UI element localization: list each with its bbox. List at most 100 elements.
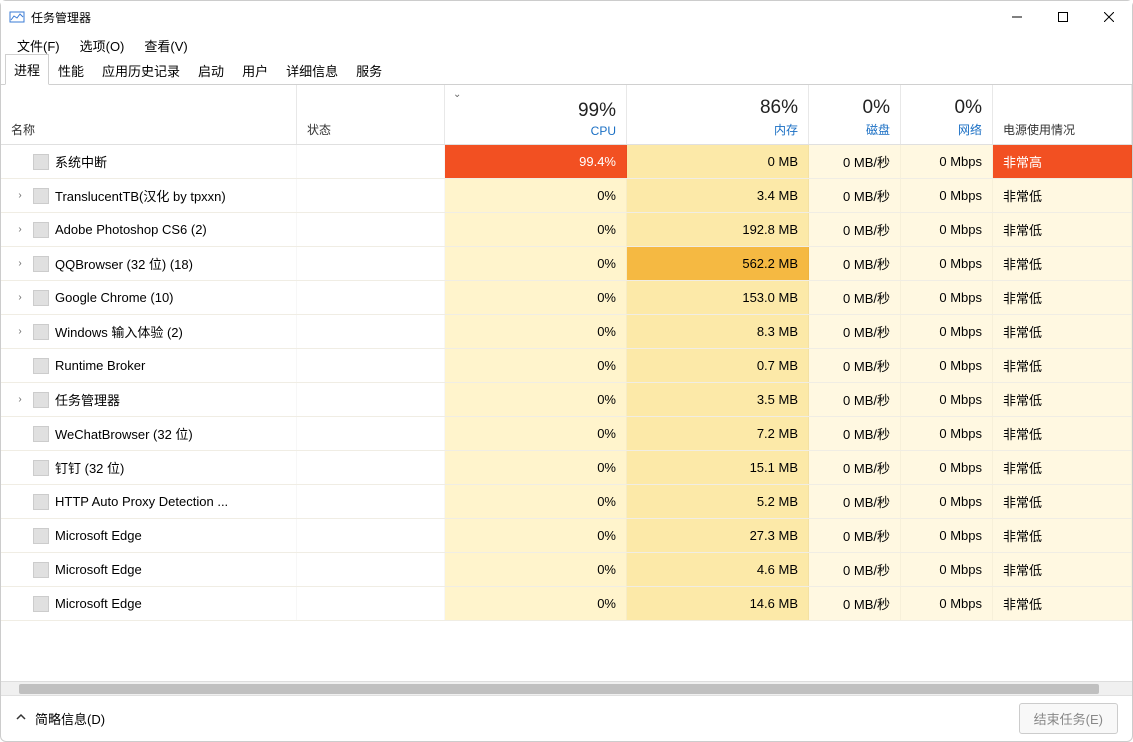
column-cpu-label: CPU: [591, 124, 616, 138]
cell-disk: 0 MB/秒: [809, 213, 901, 246]
tab-performance[interactable]: 性能: [49, 55, 93, 85]
cell-disk: 0 MB/秒: [809, 315, 901, 348]
process-icon: [33, 528, 49, 544]
column-power-label: 电源使用情况: [1003, 121, 1121, 138]
tab-services[interactable]: 服务: [347, 55, 391, 85]
expand-toggle[interactable]: ›: [11, 292, 29, 303]
cell-power: 非常高: [993, 145, 1132, 178]
cell-disk: 0 MB/秒: [809, 179, 901, 212]
minimize-button[interactable]: [994, 1, 1040, 33]
tab-app-history[interactable]: 应用历史记录: [93, 55, 189, 85]
cell-memory: 8.3 MB: [627, 315, 809, 348]
horizontal-scrollbar-thumb[interactable]: [19, 684, 1099, 694]
menubar: 文件(F) 选项(O) 查看(V): [1, 33, 1132, 57]
cell-cpu: 0%: [445, 485, 627, 518]
cell-memory: 3.5 MB: [627, 383, 809, 416]
table-body[interactable]: 系统中断99.4%0 MB0 MB/秒0 Mbps非常高›Translucent…: [1, 145, 1132, 681]
process-name: Microsoft Edge: [55, 562, 142, 577]
table-row[interactable]: Microsoft Edge0%4.6 MB0 MB/秒0 Mbps非常低: [1, 553, 1132, 587]
cell-memory: 4.6 MB: [627, 553, 809, 586]
cell-power: 非常低: [993, 179, 1132, 212]
chevron-down-icon: ⌄: [453, 89, 461, 100]
end-task-button[interactable]: 结束任务(E): [1019, 703, 1118, 734]
cell-status: [297, 315, 445, 348]
cell-cpu: 0%: [445, 519, 627, 552]
cell-memory: 3.4 MB: [627, 179, 809, 212]
expand-toggle[interactable]: ›: [11, 258, 29, 269]
close-button[interactable]: [1086, 1, 1132, 33]
table-row[interactable]: Runtime Broker0%0.7 MB0 MB/秒0 Mbps非常低: [1, 349, 1132, 383]
process-name: 系统中断: [55, 152, 107, 171]
fewer-details-toggle[interactable]: 简略信息(D): [15, 709, 105, 728]
tab-users[interactable]: 用户: [233, 55, 277, 85]
disk-total: 0%: [863, 97, 890, 119]
cell-disk: 0 MB/秒: [809, 349, 901, 382]
table-row[interactable]: Microsoft Edge0%14.6 MB0 MB/秒0 Mbps非常低: [1, 587, 1132, 621]
cell-status: [297, 349, 445, 382]
expand-toggle[interactable]: ›: [11, 190, 29, 201]
expand-toggle[interactable]: ›: [11, 394, 29, 405]
column-network[interactable]: 0% 网络: [901, 85, 993, 144]
expand-toggle[interactable]: ›: [11, 224, 29, 235]
process-icon: [33, 596, 49, 612]
cell-status: [297, 247, 445, 280]
cell-name: ›Windows 输入体验 (2): [1, 315, 297, 348]
table-row[interactable]: ›Windows 输入体验 (2)0%8.3 MB0 MB/秒0 Mbps非常低: [1, 315, 1132, 349]
cell-status: [297, 485, 445, 518]
cell-network: 0 Mbps: [901, 417, 993, 450]
cell-power: 非常低: [993, 485, 1132, 518]
table-row[interactable]: ›任务管理器0%3.5 MB0 MB/秒0 Mbps非常低: [1, 383, 1132, 417]
table-header: 名称 状态 ⌄ 99% CPU 86% 内存 0% 磁盘 0% 网络 电源使用情…: [1, 85, 1132, 145]
process-icon: [33, 562, 49, 578]
table-row[interactable]: ›TranslucentTB(汉化 by tpxxn)0%3.4 MB0 MB/…: [1, 179, 1132, 213]
cell-network: 0 Mbps: [901, 587, 993, 620]
footer: 简略信息(D) 结束任务(E): [1, 695, 1132, 741]
cell-cpu: 0%: [445, 587, 627, 620]
table-row[interactable]: 系统中断99.4%0 MB0 MB/秒0 Mbps非常高: [1, 145, 1132, 179]
table-row[interactable]: WeChatBrowser (32 位)0%7.2 MB0 MB/秒0 Mbps…: [1, 417, 1132, 451]
menu-view[interactable]: 查看(V): [134, 34, 197, 57]
cell-network: 0 Mbps: [901, 383, 993, 416]
tab-processes[interactable]: 进程: [5, 54, 49, 85]
maximize-button[interactable]: [1040, 1, 1086, 33]
process-icon: [33, 392, 49, 408]
cell-disk: 0 MB/秒: [809, 451, 901, 484]
table-row[interactable]: 钉钉 (32 位)0%15.1 MB0 MB/秒0 Mbps非常低: [1, 451, 1132, 485]
cell-cpu: 0%: [445, 417, 627, 450]
table-row[interactable]: ›Google Chrome (10)0%153.0 MB0 MB/秒0 Mbp…: [1, 281, 1132, 315]
cell-status: [297, 213, 445, 246]
column-disk[interactable]: 0% 磁盘: [809, 85, 901, 144]
cell-name: ›Adobe Photoshop CS6 (2): [1, 213, 297, 246]
expand-toggle[interactable]: ›: [11, 326, 29, 337]
cell-disk: 0 MB/秒: [809, 587, 901, 620]
column-memory[interactable]: 86% 内存: [627, 85, 809, 144]
table-row[interactable]: Microsoft Edge0%27.3 MB0 MB/秒0 Mbps非常低: [1, 519, 1132, 553]
tab-startup[interactable]: 启动: [189, 55, 233, 85]
cell-memory: 27.3 MB: [627, 519, 809, 552]
menu-options[interactable]: 选项(O): [70, 34, 135, 57]
cell-memory: 5.2 MB: [627, 485, 809, 518]
column-status[interactable]: 状态: [297, 85, 445, 144]
cell-power: 非常低: [993, 417, 1132, 450]
column-cpu[interactable]: ⌄ 99% CPU: [445, 85, 627, 144]
cell-status: [297, 281, 445, 314]
tab-details[interactable]: 详细信息: [277, 55, 347, 85]
table-row[interactable]: HTTP Auto Proxy Detection ...0%5.2 MB0 M…: [1, 485, 1132, 519]
table-row[interactable]: ›Adobe Photoshop CS6 (2)0%192.8 MB0 MB/秒…: [1, 213, 1132, 247]
cell-network: 0 Mbps: [901, 451, 993, 484]
column-power[interactable]: 电源使用情况: [993, 85, 1132, 144]
horizontal-scrollbar[interactable]: [1, 681, 1132, 695]
network-total: 0%: [955, 97, 982, 119]
process-name: Microsoft Edge: [55, 528, 142, 543]
cell-network: 0 Mbps: [901, 247, 993, 280]
table-row[interactable]: ›QQBrowser (32 位) (18)0%562.2 MB0 MB/秒0 …: [1, 247, 1132, 281]
process-name: QQBrowser (32 位) (18): [55, 254, 193, 273]
memory-total: 86%: [760, 97, 798, 119]
cell-name: Microsoft Edge: [1, 553, 297, 586]
process-icon: [33, 494, 49, 510]
cell-memory: 14.6 MB: [627, 587, 809, 620]
cell-disk: 0 MB/秒: [809, 247, 901, 280]
cell-disk: 0 MB/秒: [809, 145, 901, 178]
column-name[interactable]: 名称: [1, 85, 297, 144]
cell-disk: 0 MB/秒: [809, 553, 901, 586]
